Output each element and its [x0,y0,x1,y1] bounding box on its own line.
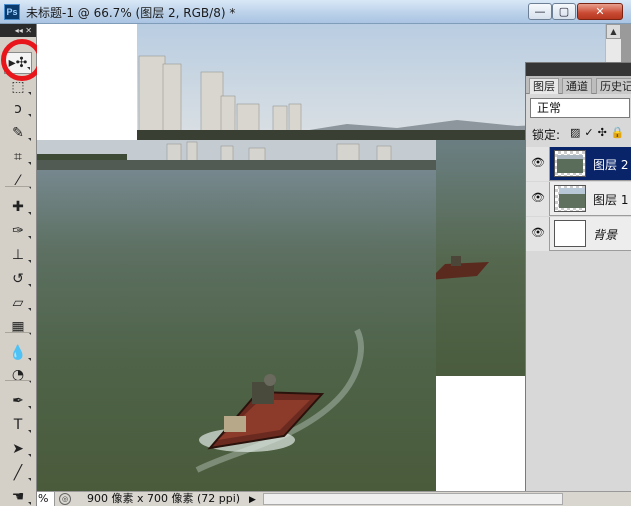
path-selection-tool-icon[interactable]: ➤ [4,438,32,460]
layer-2-thumbnail [554,150,586,177]
canvas-white-area [37,24,137,140]
eyedropper-tool-icon[interactable]: ⁄ [4,170,32,192]
layer-1-thumbnail [554,185,586,212]
tools-palette-header[interactable]: ◂◂ ✕ [0,24,36,37]
title-bar: Ps 未标题-1 @ 66.7% (图层 2, RGB/8) * — ▢ ✕ [0,0,631,24]
layer-name: 背景 [593,228,618,242]
panel-tabs: 图层 通道 历史记 [526,76,631,94]
tools-palette: ◂◂ ✕ ▸✣ ⬚ ↄ ✎ ⌗ ⁄ ✚ ✑ ⊥ ↺ ▱ ▦ 💧 ◔ ✒ T ➤ ╱ ☚ [0,24,37,506]
status-menu-arrow-icon[interactable]: ▶ [249,493,256,506]
layers-panel-header[interactable] [526,63,631,76]
zoom-field[interactable]: % [37,492,55,506]
crop-tool-icon[interactable]: ⌗ [4,146,32,168]
visibility-eye-icon[interactable]: 👁 [530,226,546,240]
window-title: 未标题-1 @ 66.7% (图层 2, RGB/8) * [26,6,236,20]
tab-layers[interactable]: 图层 [529,78,559,94]
document-size: 900 像素 x 700 像素 (72 ppi) [87,492,241,505]
maximize-button[interactable]: ▢ [552,3,576,20]
visibility-eye-icon[interactable]: 👁 [530,156,546,170]
horizontal-scrollbar[interactable] [263,493,563,505]
tab-channels[interactable]: 通道 [562,78,592,94]
harbor-photo-layer-2 [37,140,436,491]
tools-divider [5,380,31,381]
hand-tool-icon[interactable]: ☚ [4,486,32,506]
lock-label: 锁定: [532,128,561,142]
visibility-eye-icon[interactable]: 👁 [530,191,546,205]
tools-divider [5,186,31,187]
healing-brush-tool-icon[interactable]: ✚ [4,196,32,218]
layer-2-image [37,140,436,491]
layer-name: 图层 2 [593,158,629,172]
clone-stamp-tool-icon[interactable]: ⊥ [4,244,32,266]
dodge-tool-icon[interactable]: ◔ [4,364,32,386]
blend-mode-select[interactable]: 正常 [530,98,630,118]
tab-history[interactable]: 历史记 [596,78,631,94]
tools-divider [5,332,31,333]
minimize-button[interactable]: — [528,3,552,20]
layer-row-2[interactable]: 👁 图层 2 [526,147,631,181]
type-tool-icon[interactable]: T [4,414,32,436]
layer-name: 图层 1 [593,193,629,207]
status-bar: % ◎ 900 像素 x 700 像素 (72 ppi) ▶ [37,491,631,506]
photoshop-app-icon: Ps [4,4,20,20]
document-canvas[interactable] [37,24,605,491]
history-brush-tool-icon[interactable]: ↺ [4,268,32,290]
background-thumbnail [554,220,586,247]
brush-tool-icon[interactable]: ✑ [4,220,32,242]
layer-row-1[interactable]: 👁 图层 1 [526,182,631,216]
gradient-tool-icon[interactable]: ▦ [4,316,32,338]
scroll-up-arrow-icon[interactable]: ▲ [606,24,621,39]
eraser-tool-icon[interactable]: ▱ [4,292,32,314]
layer-row-background[interactable]: 👁 背景 [526,217,631,251]
blur-tool-icon[interactable]: 💧 [4,342,32,364]
quick-selection-tool-icon[interactable]: ✎ [4,122,32,144]
pen-tool-icon[interactable]: ✒ [4,390,32,412]
status-info-icon[interactable]: ◎ [59,493,71,505]
close-button[interactable]: ✕ [577,3,623,20]
layers-panel: 图层 通道 历史记 正常 锁定: ▨✓✣🔒 👁 图层 2 👁 图层 1 👁 背景 [525,62,631,491]
lock-icons[interactable]: ▨✓✣🔒 [570,126,629,139]
line-tool-icon[interactable]: ╱ [4,462,32,484]
lasso-tool-icon[interactable]: ↄ [4,98,32,120]
